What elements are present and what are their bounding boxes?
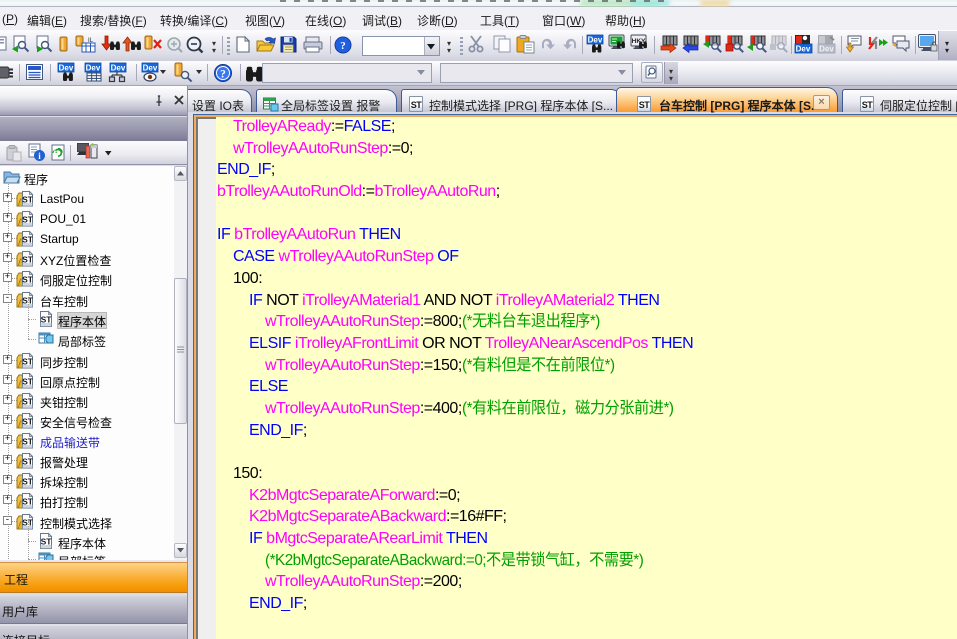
svg-text:ST: ST (22, 397, 34, 407)
svg-text:Dev: Dev (796, 45, 811, 54)
svg-text:ST: ST (22, 275, 34, 285)
svg-text:ST: ST (22, 195, 34, 205)
svg-text:?: ? (220, 69, 226, 81)
svg-text:ST: ST (22, 477, 34, 487)
svg-text:ST: ST (22, 457, 34, 467)
svg-text:ST: ST (22, 235, 34, 245)
svg-text:Dev: Dev (143, 64, 158, 73)
svg-text:Dev: Dev (86, 64, 101, 73)
svg-text:Dev: Dev (111, 64, 126, 73)
svg-text:Dev: Dev (59, 64, 74, 73)
svg-text:ST: ST (22, 357, 34, 367)
svg-text:ST: ST (22, 377, 34, 387)
svg-text:ST: ST (22, 215, 34, 225)
svg-text:?: ? (340, 40, 346, 52)
svg-text:Dev: Dev (819, 45, 834, 54)
svg-text:ST: ST (22, 497, 34, 507)
svg-text:Dev: Dev (588, 36, 603, 45)
svg-text:ST: ST (22, 437, 34, 447)
svg-text:ST: ST (41, 315, 53, 325)
svg-text:ST: ST (41, 537, 53, 547)
svg-text:IL: IL (88, 38, 94, 44)
svg-text:ST: ST (22, 255, 34, 265)
svg-text:ST: ST (22, 417, 34, 427)
